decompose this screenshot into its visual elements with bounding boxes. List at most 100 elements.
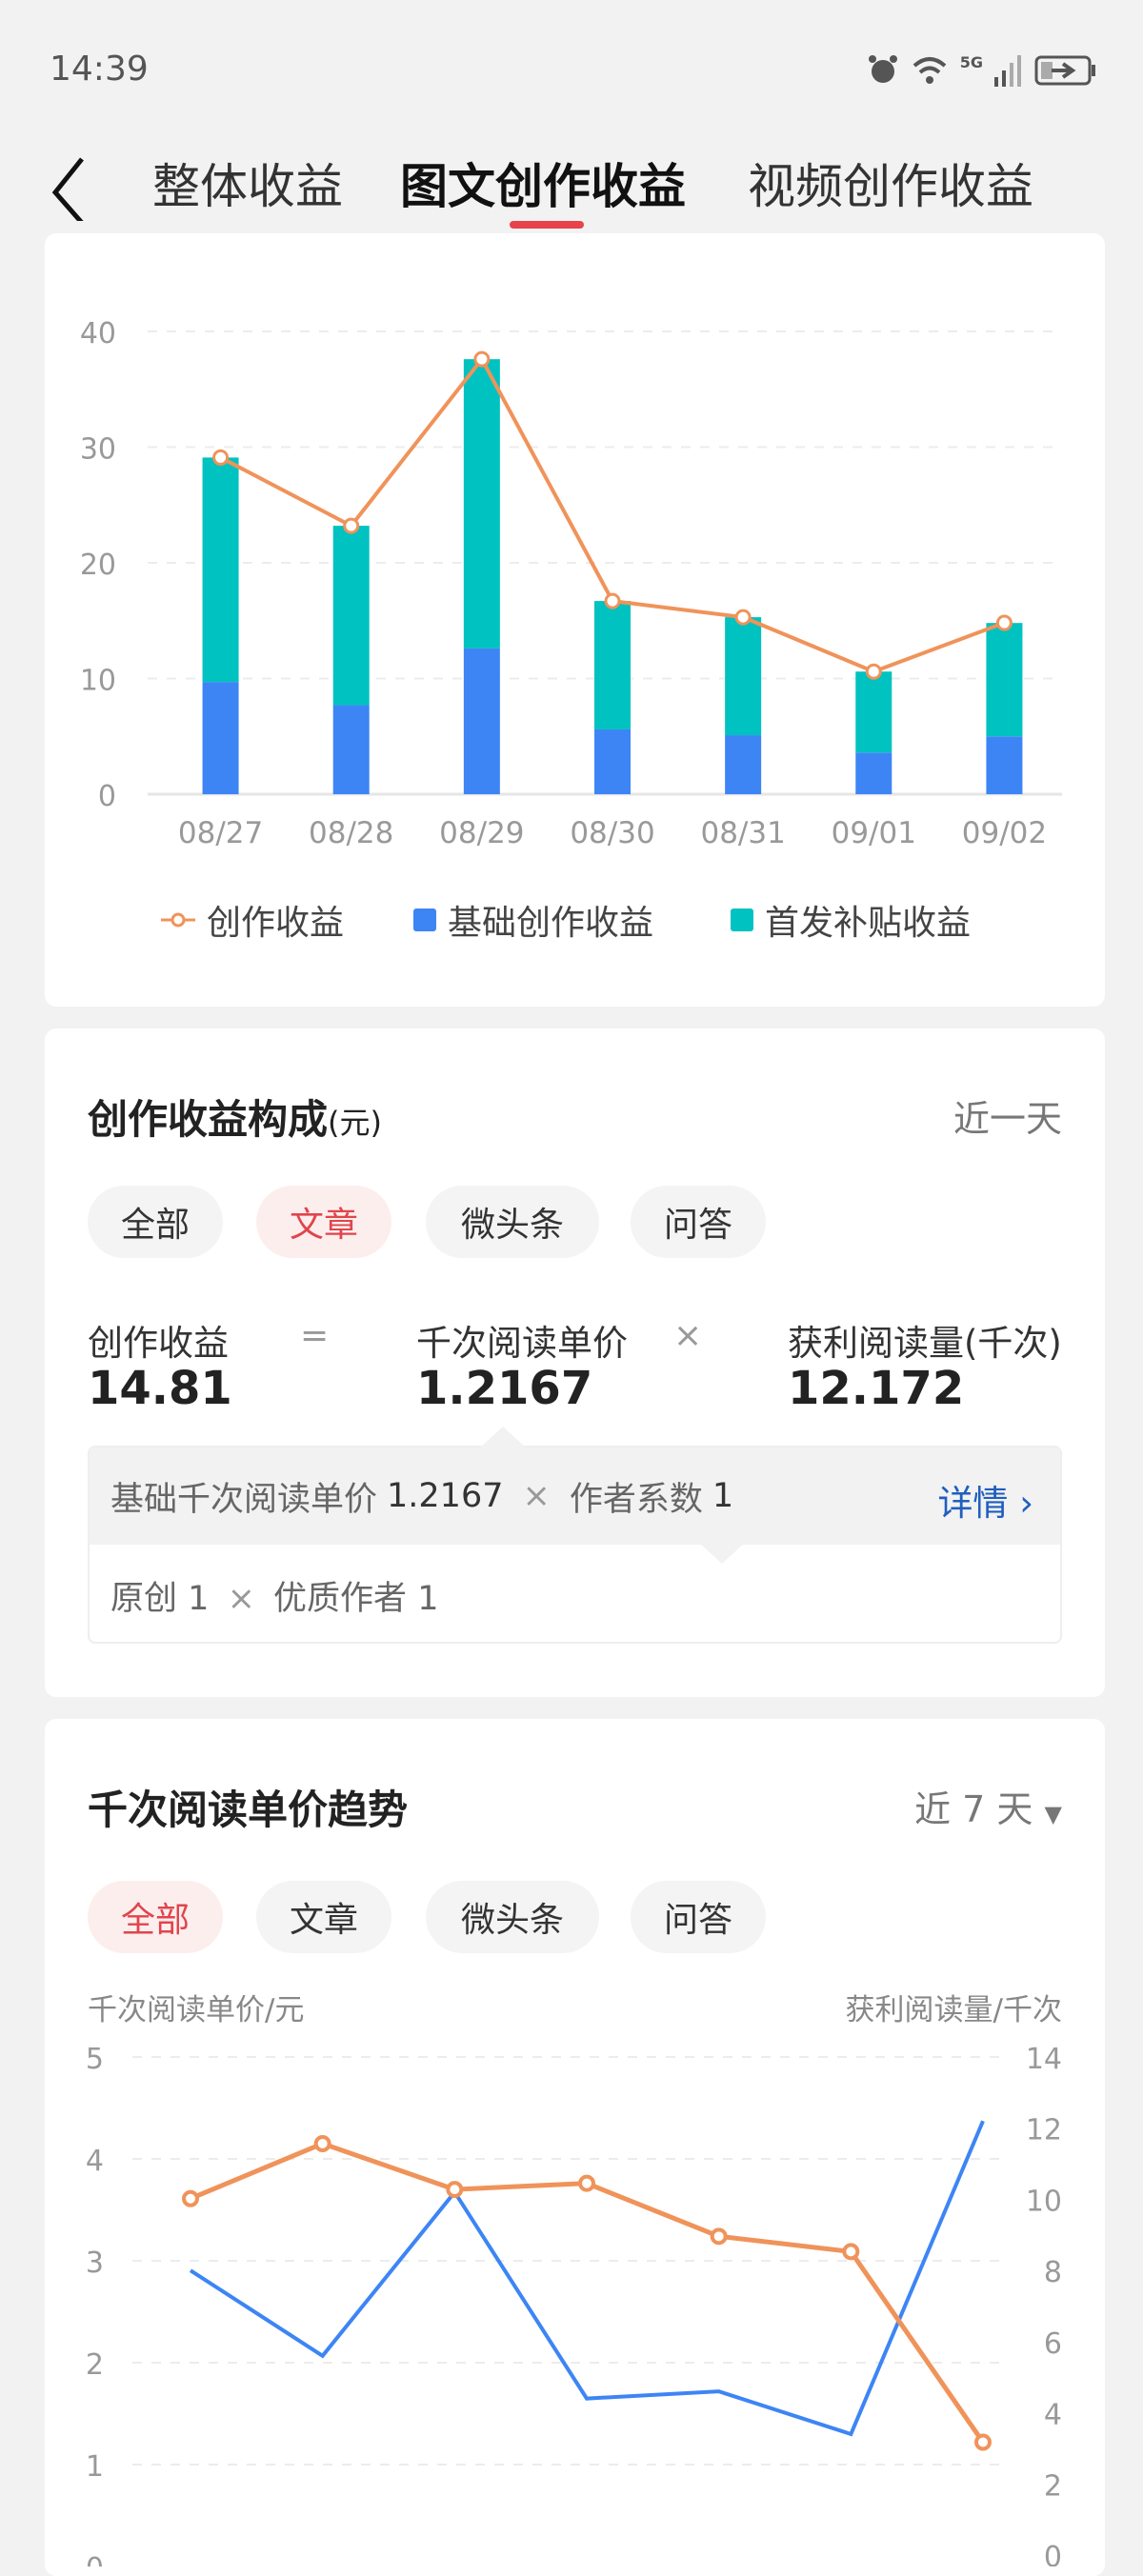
chip-article[interactable]: 文章: [256, 1186, 391, 1258]
x-tick-label: 08/29: [439, 816, 524, 850]
chip-qa[interactable]: 问答: [631, 1186, 766, 1258]
tab-video-income[interactable]: 视频创作收益: [748, 149, 1033, 217]
legend-item-base: 基础创作收益: [413, 895, 653, 945]
income-point: [473, 350, 491, 368]
legend-swatch: [413, 909, 436, 931]
status-time: 14:39: [50, 50, 149, 89]
bar-base-08/30: [594, 729, 631, 794]
legend-line-marker: [161, 912, 195, 928]
details-link[interactable]: 详情 ›: [937, 1474, 1033, 1526]
income-value: 14.81: [88, 1362, 232, 1415]
times-sign: ×: [522, 1477, 551, 1515]
coef-value: 1: [712, 1477, 734, 1515]
right-tick-label: 6: [1044, 2327, 1062, 2361]
x-tick-label: 08/28: [309, 816, 393, 850]
left-tick-label: 1: [86, 2450, 104, 2484]
legend-item-income: 创作收益: [161, 895, 344, 945]
legend-label: 创作收益: [207, 904, 345, 943]
price-trend-chart: 01234502468101214: [86, 2043, 1062, 2566]
x-tick-label: 08/27: [178, 816, 263, 850]
income-chart-card: 0 10 20 30 40 08/27 08/28 08/29 08/30 08/31 09/01 0…: [45, 233, 1105, 1007]
chip-all[interactable]: 全部: [88, 1186, 223, 1258]
x-tick-label: 08/31: [700, 816, 785, 850]
price-point: [182, 2189, 199, 2207]
wifi-icon: [912, 57, 947, 84]
network-type: 5G: [959, 53, 983, 71]
base-price-value: 1.2167: [387, 1477, 504, 1515]
bar-subsidy-08/29: [463, 359, 500, 649]
alarm-icon: [868, 55, 897, 83]
left-tick-label: 3: [86, 2247, 104, 2280]
income-point: [604, 592, 621, 609]
y-tick-label: 0: [98, 780, 116, 813]
bar-subsidy-08/27: [202, 457, 239, 683]
chevron-right-icon: ›: [1019, 1483, 1033, 1524]
x-tick-label: 09/01: [832, 816, 916, 850]
back-arrow-icon[interactable]: [46, 154, 103, 221]
legend-item-subsidy: 首发补贴收益: [731, 895, 971, 945]
active-tab-indicator: [510, 221, 584, 229]
price-label: 千次阅读单价: [416, 1323, 628, 1364]
chip-qa[interactable]: 问答: [631, 1881, 766, 1953]
reads-line: [189, 2120, 985, 2437]
chip-article[interactable]: 文章: [256, 1881, 391, 1953]
right-tick-label: 0: [1044, 2541, 1062, 2566]
signal-icon: [994, 55, 1021, 87]
price-point: [974, 2433, 992, 2451]
right-tick-label: 12: [1026, 2114, 1062, 2147]
y-tick-label: 20: [80, 549, 116, 582]
income-point: [343, 517, 360, 534]
base-price-label: 基础千次阅读单价: [110, 1480, 378, 1519]
range-dropdown[interactable]: 近 7 天 ▼: [914, 1780, 1062, 1832]
bar-base-09/01: [855, 752, 892, 794]
battery-charging-icon: [1034, 55, 1095, 86]
x-tick-label: 09/02: [962, 816, 1047, 850]
income-point: [734, 609, 752, 626]
coef-label: 作者系数: [569, 1480, 703, 1519]
income-label: 创作收益: [88, 1323, 229, 1364]
y-tick-label: 30: [80, 433, 116, 467]
right-tick-label: 10: [1026, 2185, 1062, 2218]
legend-label: 基础创作收益: [448, 904, 654, 943]
left-tick-label: 4: [86, 2145, 104, 2178]
bar-base-08/27: [202, 682, 239, 794]
price-point: [842, 2243, 860, 2261]
range-selector[interactable]: 近一天: [953, 1089, 1062, 1142]
left-tick-label: 0: [86, 2552, 104, 2566]
income-point: [865, 663, 882, 680]
status-bar: 14:39 5G: [0, 0, 1143, 133]
left-tick-label: 5: [86, 2043, 104, 2076]
caret-down-icon: ▼: [1044, 1801, 1062, 1827]
tab-article-income[interactable]: 图文创作收益: [400, 149, 686, 217]
tab-overall-income[interactable]: 整体收益: [152, 149, 343, 217]
price-value: 1.2167: [416, 1362, 593, 1415]
top-nav: 整体收益 图文创作收益 视频创作收益: [0, 133, 1143, 229]
chip-micro[interactable]: 微头条: [426, 1186, 599, 1258]
reads-value: 12.172: [788, 1362, 965, 1415]
right-axis-label: 获利阅读量/千次: [845, 1993, 1062, 2027]
chip-all[interactable]: 全部: [88, 1881, 223, 1953]
price-point: [313, 2134, 331, 2152]
income-bar-chart: 0 10 20 30 40 08/27 08/28 08/29 08/30 08/31 09/01 0…: [80, 317, 1062, 850]
bar-subsidy-09/02: [986, 623, 1023, 737]
y-tick-label: 40: [80, 317, 116, 350]
y-tick-label: 10: [80, 665, 116, 698]
income-point: [995, 614, 1013, 631]
detail-pointer: [699, 1543, 745, 1564]
legend-swatch: [731, 909, 753, 931]
right-tick-label: 2: [1044, 2469, 1062, 2503]
bar-base-08/29: [463, 648, 500, 794]
reads-label: 获利阅读量(千次): [788, 1323, 1062, 1364]
legend-label: 首发补贴收益: [765, 904, 972, 943]
chip-micro[interactable]: 微头条: [426, 1881, 599, 1953]
bar-subsidy-09/01: [855, 671, 892, 753]
right-tick-label: 14: [1026, 2043, 1062, 2076]
coef-breakdown: 原创 1 × 优质作者 1: [110, 1580, 439, 1618]
bar-subsidy-08/30: [594, 601, 631, 729]
trend-card: 千次阅读单价趋势 近 7 天 ▼ 全部 文章 微头条 问答 千次阅读单价/元 获…: [45, 1719, 1105, 2576]
price-point: [446, 2181, 464, 2199]
bar-subsidy-08/28: [332, 526, 370, 706]
price-detail-box: 基础千次阅读单价 1.2167 × 作者系数 1 详情 › 原创 1 × 优质作…: [88, 1427, 1062, 1644]
left-tick-label: 2: [86, 2348, 104, 2382]
right-tick-label: 4: [1044, 2399, 1062, 2432]
